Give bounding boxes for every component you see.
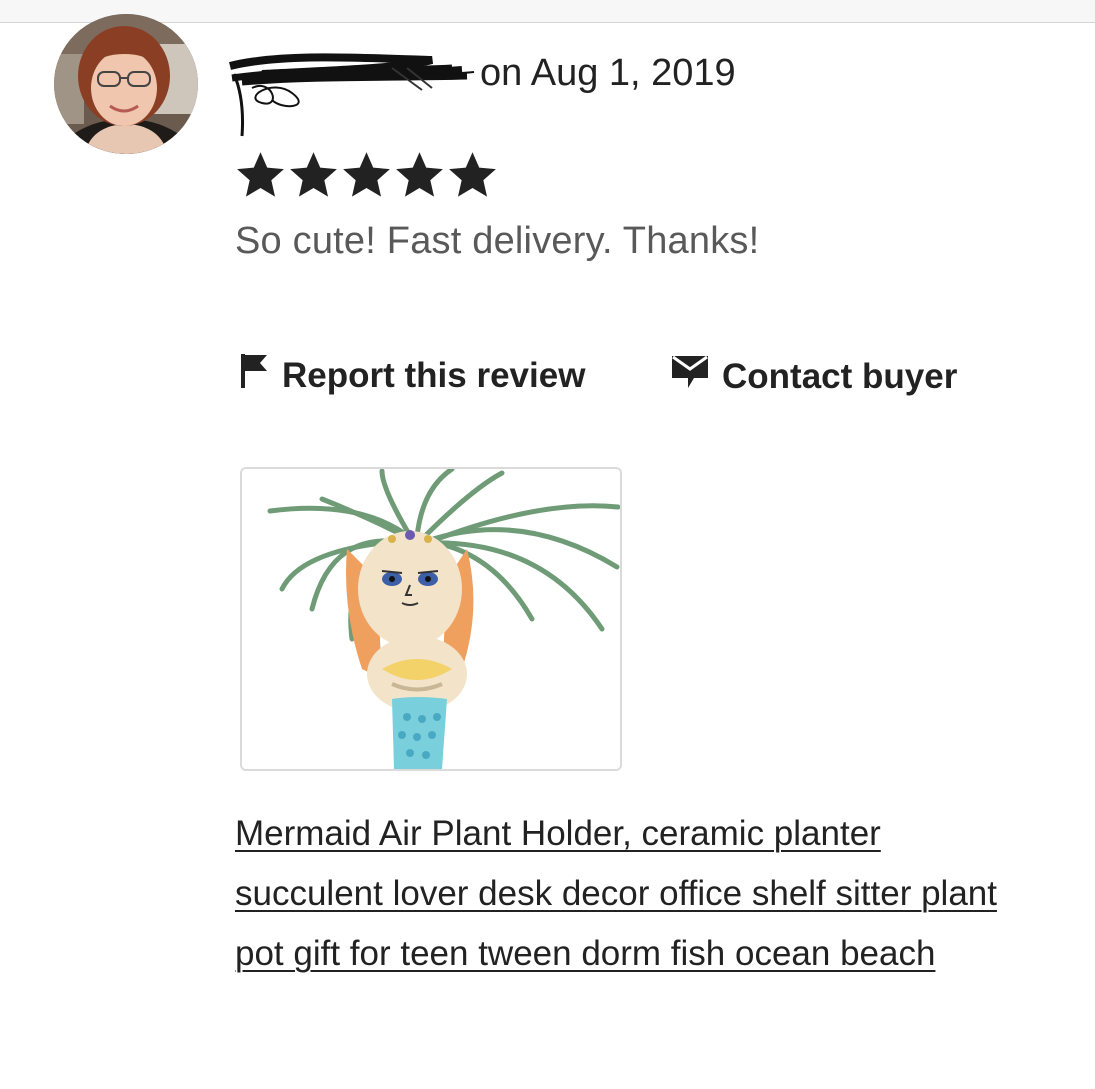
star-icon <box>396 152 443 197</box>
star-rating <box>234 149 499 201</box>
listing-thumbnail[interactable] <box>240 467 622 771</box>
envelope-icon <box>670 352 710 401</box>
listing-title-link[interactable]: Mermaid Air Plant Holder, ceramic plante… <box>235 804 1025 984</box>
flag-icon <box>238 352 270 399</box>
review-text: So cute! Fast delivery. Thanks! <box>235 220 760 262</box>
star-icon <box>237 152 284 197</box>
report-review-label: Report this review <box>282 355 586 395</box>
review-date: on Aug 1, 2019 <box>480 52 736 94</box>
star-icon <box>290 152 337 197</box>
top-bar <box>0 0 1095 23</box>
star-icon <box>449 152 496 197</box>
contact-buyer-button[interactable]: Contact buyer <box>670 352 957 401</box>
star-icon <box>343 152 390 197</box>
avatar-photo <box>54 14 198 154</box>
redacted-reviewer-name <box>229 53 475 137</box>
reviewer-avatar[interactable] <box>54 14 198 154</box>
review-header: on Aug 1, 2019 <box>222 48 922 137</box>
mermaid-planter-image <box>242 469 620 769</box>
contact-buyer-label: Contact buyer <box>722 356 958 396</box>
report-review-button[interactable]: Report this review <box>238 352 585 399</box>
